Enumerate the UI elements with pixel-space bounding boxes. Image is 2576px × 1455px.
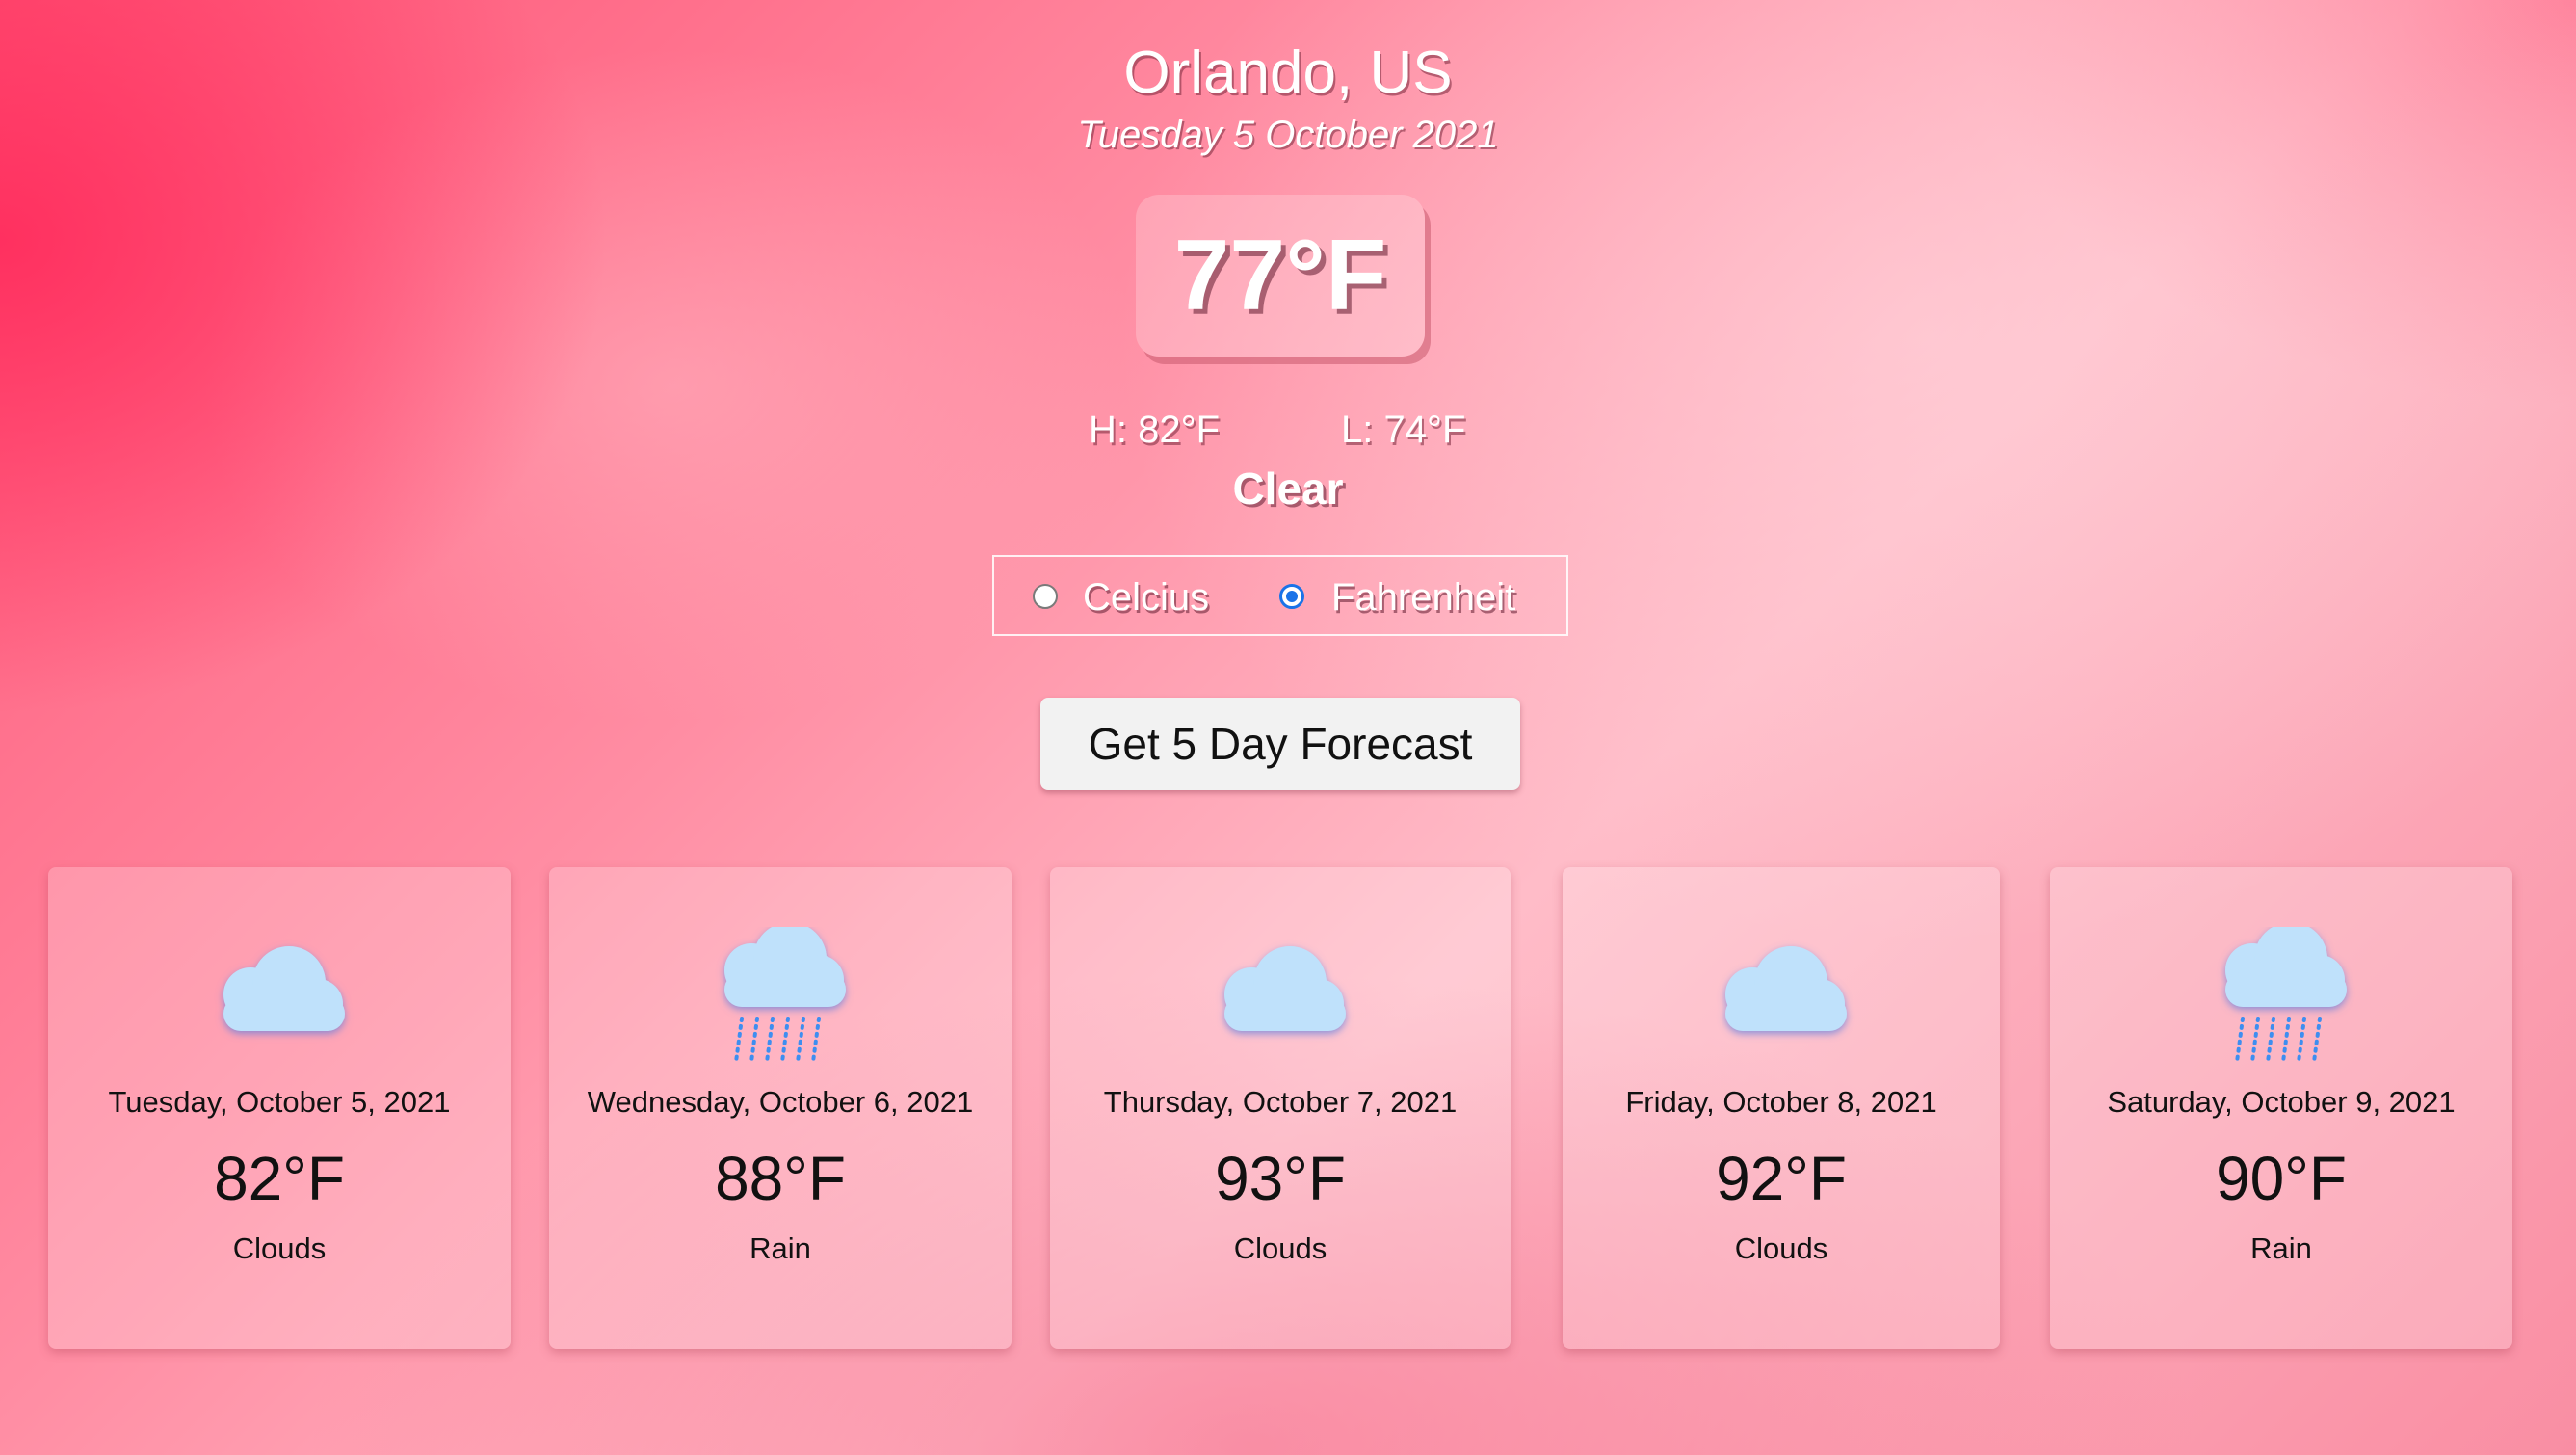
city-name: Orlando, US [1123, 40, 1453, 106]
current-date: Tuesday 5 October 2021 [1077, 114, 1499, 156]
cloud-icon [1224, 946, 1346, 1031]
forecast-card: Saturday, October 9, 2021 90°F Rain [2050, 867, 2512, 1349]
forecast-card: Friday, October 8, 2021 92°F Clouds [1563, 867, 2000, 1349]
forecast-temperature: 82°F [214, 1144, 345, 1213]
forecast-condition: Rain [2250, 1231, 2312, 1265]
forecast-temperature: 92°F [1716, 1144, 1847, 1213]
rain-cloud-icon [724, 927, 846, 1064]
forecast-temperature: 90°F [2216, 1144, 2347, 1213]
forecast-date: Friday, October 8, 2021 [1625, 1085, 1937, 1119]
current-condition: Clear [1232, 463, 1344, 514]
forecast-date: Saturday, October 9, 2021 [2107, 1085, 2456, 1119]
forecast-date: Thursday, October 7, 2021 [1103, 1085, 1458, 1119]
forecast-date: Tuesday, October 5, 2021 [108, 1085, 451, 1119]
unit-toggle-group: Celcius Fahrenheit [992, 555, 1568, 636]
forecast-condition: Clouds [1734, 1231, 1828, 1265]
forecast-card: Tuesday, October 5, 2021 82°F Clouds [48, 867, 511, 1349]
celcius-radio[interactable] [1033, 584, 1058, 609]
forecast-condition: Clouds [1233, 1231, 1327, 1265]
forecast-temperature: 88°F [715, 1144, 846, 1213]
celcius-label[interactable]: Celcius [1083, 576, 1209, 620]
forecast-temperature: 93°F [1215, 1144, 1346, 1213]
forecast-date: Wednesday, October 6, 2021 [587, 1085, 974, 1119]
low-temperature: L: 74°F [1341, 409, 1466, 451]
forecast-card: Thursday, October 7, 2021 93°F Clouds [1050, 867, 1511, 1349]
cloud-icon [223, 946, 345, 1031]
rain-cloud-icon [2225, 927, 2347, 1064]
cloud-icon [1725, 946, 1847, 1031]
high-temperature: H: 82°F [1089, 409, 1221, 451]
forecast-card: Wednesday, October 6, 2021 88°F Rain [549, 867, 1012, 1349]
forecast-condition: Rain [749, 1231, 811, 1265]
forecast-condition: Clouds [232, 1231, 327, 1265]
current-temperature: 77°F [1136, 195, 1425, 357]
get-forecast-button[interactable]: Get 5 Day Forecast [1040, 698, 1520, 790]
fahrenheit-radio[interactable] [1279, 584, 1304, 609]
fahrenheit-label[interactable]: Fahrenheit [1331, 576, 1515, 620]
